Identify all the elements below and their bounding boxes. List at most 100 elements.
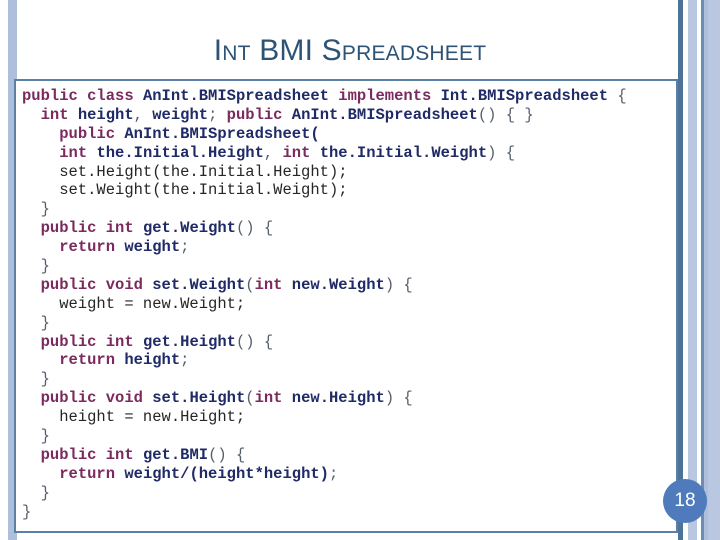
code-token: } [22, 200, 50, 219]
code-listing: public class AnInt.BMISpreadsheet implem… [22, 87, 676, 521]
code-token: () { [235, 219, 274, 238]
code-token: AnInt.BMISpreadsheet [142, 87, 339, 105]
code-token: the.Initial.Weight [319, 143, 488, 162]
code-line: public class AnInt.BMISpreadsheet implem… [22, 87, 676, 106]
code-token: , [263, 143, 283, 162]
code-token: { [617, 87, 627, 105]
code-token: public [40, 389, 106, 408]
code-line: public void set.Weight(int new.Weight) { [22, 276, 676, 295]
code-token: public [22, 87, 88, 105]
code-line: set.Weight(the.Initial.Weight); [22, 181, 676, 200]
code-token: set.Height(the.Initial.Height); [22, 162, 348, 181]
code-token: () { [208, 445, 246, 464]
code-token: ; [328, 464, 339, 483]
right-decorative-stripes [678, 0, 720, 540]
code-token: implements [338, 87, 441, 105]
code-token: class [87, 87, 143, 105]
code-line: } [22, 427, 676, 446]
stripe-band-7 [708, 0, 720, 540]
code-line: return height; [22, 351, 676, 370]
code-line: public int get.BMI() { [22, 446, 676, 465]
stripe-band-3 [688, 0, 697, 540]
code-token: } [22, 257, 50, 276]
code-token: () { } [477, 105, 534, 124]
code-token: set.Weight(the.Initial.Weight); [22, 181, 348, 200]
code-token: int [40, 105, 78, 124]
code-line: return weight; [22, 238, 676, 257]
code-line: } [22, 503, 676, 522]
code-token: new.Weight [291, 275, 385, 294]
code-line: int the.Initial.Height, int the.Initial.… [22, 144, 676, 163]
code-line: } [22, 314, 676, 333]
code-token: get.Height [142, 332, 236, 351]
code-line: public AnInt.BMISpreadsheet( [22, 125, 676, 144]
code-line: height = new.Height; [22, 408, 676, 427]
code-line: } [22, 370, 676, 389]
code-token: int [254, 389, 292, 408]
code-token: ; [180, 238, 190, 257]
code-line: public int get.Weight() { [22, 219, 676, 238]
code-token: public [40, 219, 106, 238]
slide-canvas: Int BMI Spreadsheet public class AnInt.B… [0, 0, 720, 540]
code-line: public void set.Height(int new.Height) { [22, 389, 676, 408]
code-token: int [59, 143, 97, 162]
code-line: weight = new.Weight; [22, 295, 676, 314]
code-token: } [22, 313, 50, 332]
code-token: , [133, 105, 153, 124]
code-token: public [40, 445, 106, 464]
code-token: new.Height [291, 389, 385, 408]
code-token: public [40, 275, 106, 294]
code-token: } [22, 370, 50, 389]
code-line: } [22, 257, 676, 276]
code-token: weight = new.Weight; [22, 294, 246, 313]
code-line: return weight/(height*height); [22, 465, 676, 484]
code-token: int [254, 275, 292, 294]
code-line: int height, weight; public AnInt.BMISpre… [22, 106, 676, 125]
code-token: int [282, 143, 320, 162]
code-token: ; [208, 105, 227, 124]
code-token: ; [180, 351, 190, 370]
code-token: set.Height [152, 389, 246, 408]
code-line: } [22, 484, 676, 503]
code-token: void [105, 389, 153, 408]
code-token: weight [152, 105, 209, 124]
code-token: the.Initial.Height [96, 143, 264, 162]
code-token: int [105, 332, 143, 351]
code-token: return [59, 351, 125, 370]
code-token: return [59, 238, 125, 257]
code-token: set.Weight [152, 275, 246, 294]
code-token: () { [235, 332, 274, 351]
code-token: return [59, 464, 125, 483]
code-line: public int get.Height() { [22, 333, 676, 352]
code-token: AnInt.BMISpreadsheet( [124, 124, 320, 143]
code-token: public [40, 332, 106, 351]
code-token: ) { [384, 275, 413, 294]
code-token: public [59, 124, 125, 143]
code-token: height = new.Height; [22, 408, 246, 427]
code-token: int [105, 219, 143, 238]
code-token: void [105, 275, 153, 294]
code-line: } [22, 200, 676, 219]
code-token: get.Weight [142, 219, 236, 238]
code-token: AnInt.BMISpreadsheet [291, 105, 478, 124]
code-token: } [22, 502, 32, 521]
page-number-badge: 18 [663, 479, 707, 523]
code-token: ( [245, 275, 255, 294]
code-token: get.BMI [142, 445, 209, 464]
code-token: ( [245, 389, 255, 408]
slide-title: Int BMI Spreadsheet [213, 34, 487, 67]
code-token: Int.BMISpreadsheet [440, 87, 618, 105]
code-block-container: public class AnInt.BMISpreadsheet implem… [14, 79, 678, 533]
code-line: set.Height(the.Initial.Height); [22, 163, 676, 182]
code-token: height [77, 105, 134, 124]
